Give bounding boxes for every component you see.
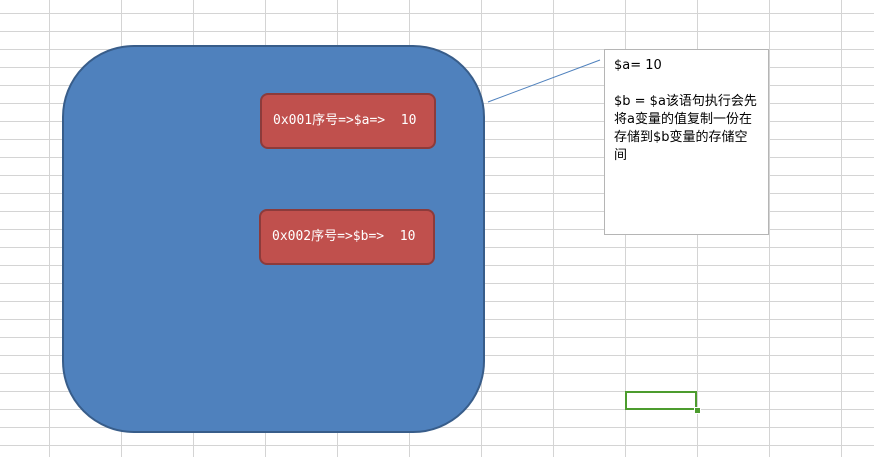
fill-handle[interactable] [694,407,701,414]
selected-cell[interactable] [625,391,697,410]
callout-note: $a= 10 $b = $a该语句执行会先将a变量的值复制一份在存储到$b变量的… [604,49,769,235]
callout-spacer [614,75,760,93]
callout-line-explanation: $b = $a该语句执行会先将a变量的值复制一份在存储到$b变量的存储空间 [614,94,757,163]
variable-a-box: 0x001序号=>$a=> 10 [260,93,436,149]
callout-line-assign-a: $a= 10 [614,58,662,73]
spreadsheet-canvas[interactable]: 0x001序号=>$a=> 10 0x002序号=>$b=> 10 $a= 10… [0,0,874,457]
callout-connector-line [487,59,601,103]
variable-b-box: 0x002序号=>$b=> 10 [259,209,435,265]
